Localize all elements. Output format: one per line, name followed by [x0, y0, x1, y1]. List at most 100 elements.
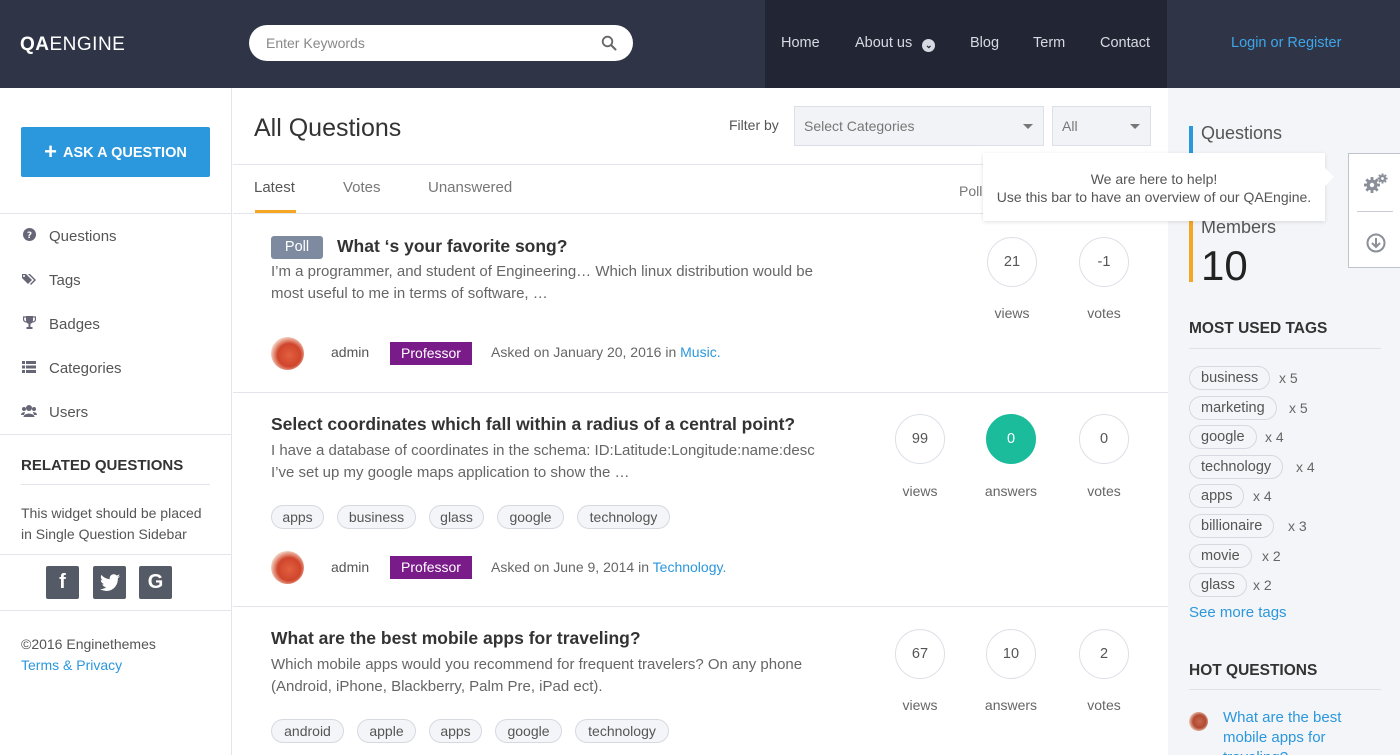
page-title: All Questions [254, 114, 402, 142]
nav-term[interactable]: Term [1033, 35, 1065, 51]
tag-chip[interactable]: android [271, 719, 344, 743]
tags-icon [21, 273, 37, 288]
avatar[interactable] [271, 337, 304, 370]
divider [0, 554, 232, 555]
poll-badge: Poll [271, 236, 323, 259]
ask-question-button[interactable]: + ASK A QUESTION [21, 127, 210, 177]
nav-home[interactable]: Home [781, 35, 820, 51]
sidebar-item-label: Categories [49, 360, 122, 377]
asked-date: Asked on June 9, 2014 in [491, 559, 650, 575]
gears-icon[interactable] [1363, 172, 1389, 196]
tag-chip[interactable]: business [1189, 366, 1271, 390]
tab-unanswered[interactable]: Unanswered [428, 179, 512, 196]
sidebar-item-questions[interactable]: ? Questions [21, 228, 117, 245]
votes-count: -1 [1079, 237, 1129, 287]
twitter-icon[interactable] [93, 566, 126, 599]
divider [0, 434, 232, 435]
author-name[interactable]: admin [331, 559, 369, 575]
questions-stat-bar [1189, 126, 1193, 154]
site-logo[interactable]: QAENGINE [20, 34, 125, 56]
tag-chip[interactable]: google [497, 505, 564, 529]
tag-chip[interactable]: google [1189, 425, 1257, 449]
category-link[interactable]: Music. [680, 344, 720, 360]
tag-count: x 3 [1288, 518, 1307, 534]
search-icon[interactable] [601, 35, 617, 51]
members-stat-bar [1189, 218, 1193, 282]
most-used-tags-title: MOST USED TAGS [1189, 320, 1328, 337]
sidebar-item-categories[interactable]: Categories [21, 360, 122, 377]
question-title[interactable]: What are the best mobile apps for travel… [271, 628, 641, 649]
views-label: views [902, 483, 938, 499]
tag-count: x 4 [1265, 429, 1284, 445]
nav-blog[interactable]: Blog [970, 35, 999, 51]
google-icon[interactable]: G [139, 566, 172, 599]
tag-chip[interactable]: glass [429, 505, 484, 529]
category-select[interactable]: Select Categories [794, 106, 1044, 146]
ask-question-label: ASK A QUESTION [63, 145, 187, 161]
nav-about-us-label: About us [855, 35, 913, 51]
nav-contact[interactable]: Contact [1100, 35, 1150, 51]
tag-chip[interactable]: technology [577, 505, 670, 529]
logo-rest: ENGINE [49, 34, 126, 55]
tag-chip[interactable]: technology [575, 719, 669, 743]
caret-down-icon [1023, 124, 1033, 129]
question-excerpt: I’m a programmer, and student of Enginee… [271, 263, 813, 302]
asked-meta: Asked on January 20, 2016 in Music. [491, 344, 721, 360]
filter-all-select[interactable]: All [1052, 106, 1151, 146]
question-title[interactable]: Select coordinates which fall within a r… [271, 414, 795, 435]
tag-count: x 4 [1253, 488, 1272, 504]
tag-chip[interactable]: apps [271, 505, 324, 529]
divider [233, 606, 1168, 607]
terms-privacy-link[interactable]: Terms & Privacy [21, 655, 156, 676]
filter-label: Filter by [729, 117, 779, 133]
widget-placeholder-text: This widget should be placed in Single Q… [21, 505, 202, 542]
tag-chip[interactable]: google [495, 719, 562, 743]
tag-chip[interactable]: movie [1189, 544, 1252, 568]
sidebar-item-tags[interactable]: Tags [21, 272, 81, 289]
tag-chip[interactable]: billionaire [1189, 514, 1275, 538]
answers-label: answers [984, 697, 1038, 713]
divider [233, 392, 1168, 393]
tag-chip[interactable]: apple [357, 719, 416, 743]
divider [1189, 348, 1381, 349]
see-more-tags-link[interactable]: See more tags [1189, 604, 1287, 621]
nav-about-us[interactable]: About us ⌄ [855, 35, 936, 52]
votes-label: votes [1087, 697, 1121, 713]
tag-chip[interactable]: marketing [1189, 396, 1277, 420]
avatar[interactable] [271, 551, 304, 584]
author-name[interactable]: admin [331, 344, 369, 360]
sidebar-item-badges[interactable]: Badges [21, 316, 100, 333]
chevron-down-icon: ⌄ [922, 39, 936, 52]
tooltip-line: Use this bar to have an overview of our … [996, 189, 1312, 205]
search-input[interactable] [266, 33, 586, 53]
category-link[interactable]: Technology. [653, 559, 727, 575]
votes-count: 2 [1079, 629, 1129, 679]
search-box [249, 25, 633, 61]
views-count: 67 [895, 629, 945, 679]
tag-chip[interactable]: apps [429, 719, 482, 743]
tag-chip[interactable]: technology [1189, 455, 1284, 479]
tab-latest[interactable]: Latest [254, 179, 295, 196]
hot-question-link[interactable]: What are the best mobile apps for travel… [1223, 708, 1373, 755]
tag-chip[interactable]: business [337, 505, 416, 529]
answers-count: 0 [986, 414, 1036, 464]
list-icon [21, 361, 37, 376]
filter-all-value: All [1062, 118, 1078, 134]
views-label: views [994, 305, 1030, 321]
tooltip-arrow [1325, 168, 1334, 186]
tag-chip[interactable]: apps [1189, 484, 1245, 508]
question-title[interactable]: What ‘s your favorite song? [337, 236, 567, 257]
download-circle-icon[interactable] [1366, 233, 1386, 253]
tag-count: x 5 [1289, 400, 1308, 416]
question-circle-icon: ? [21, 228, 37, 244]
sidebar-item-users[interactable]: Users [21, 404, 88, 421]
answers-label: answers [984, 483, 1038, 499]
asked-meta: Asked on June 9, 2014 in Technology. [491, 559, 726, 575]
tab-votes[interactable]: Votes [343, 179, 381, 196]
tag-chip[interactable]: glass [1189, 573, 1247, 597]
left-sidebar: + ASK A QUESTION ? Questions Tags Badges … [0, 88, 232, 755]
facebook-icon[interactable]: f [46, 566, 79, 599]
questions-stat-label: Questions [1201, 123, 1283, 143]
tag-count: x 2 [1253, 577, 1272, 593]
login-register-link[interactable]: Login or Register [1231, 35, 1341, 51]
